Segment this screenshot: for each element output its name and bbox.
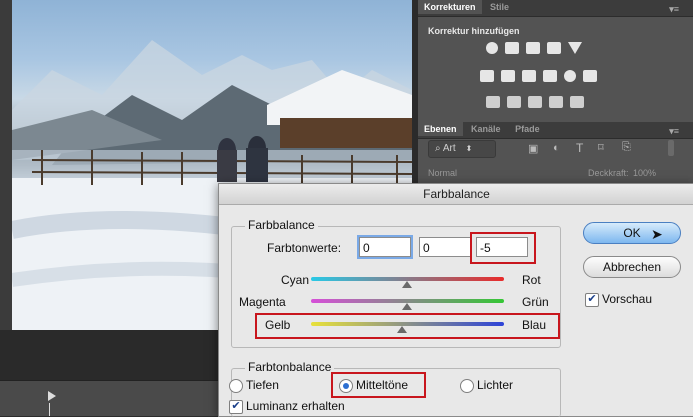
filter-toggle[interactable] [668,140,674,156]
preserve-luminosity-label: Luminanz erhalten [246,399,345,413]
slider-label-magenta: Magenta [239,295,286,309]
adjustment-icons-row-2 [480,70,597,82]
smart-object-filter-icon[interactable]: ⎘ [622,141,631,154]
hue-saturation-icon[interactable] [480,70,494,82]
slider-label-green: Grün [522,295,549,309]
shape-filter-icon[interactable]: ⌑ [598,141,604,154]
adjustment-icons-row-3 [486,96,584,108]
color-balance-icon[interactable] [501,70,515,82]
timeline-panel [0,380,222,416]
level-field-cyan-red[interactable]: 0 [357,235,413,259]
exposure-icon[interactable] [547,42,561,54]
blend-mode-select[interactable]: Normal [428,168,457,178]
tone-balance-legend: Farbtonbalance [245,360,335,374]
adjustment-icons-row-1 [486,42,582,54]
preview-label: Vorschau [602,292,653,306]
type-filter-icon[interactable]: T [576,141,583,155]
play-icon[interactable] [48,391,56,401]
color-lookup-icon[interactable] [583,70,597,82]
highlights-radio[interactable] [460,379,474,393]
brightness-icon[interactable] [486,42,498,54]
highlight-box-yellow-blue [255,313,560,339]
layer-filter-select[interactable]: ⌕ Art ⬍ [428,140,496,158]
color-balance-dialog: Farbbalance Farbbalance Farbtonwerte: 0 … [218,183,693,417]
filter-kind-value: Art [442,143,456,154]
photo-filter-icon[interactable] [543,70,557,82]
vibrance-icon[interactable] [568,42,582,54]
selective-color-icon[interactable] [570,96,584,108]
gradient-map-icon[interactable] [549,96,563,108]
dialog-title: Farbbalance [219,184,693,205]
invert-icon[interactable] [486,96,500,108]
shadows-radio[interactable] [229,379,243,393]
levels-icon[interactable] [505,42,519,54]
posterize-icon[interactable] [507,96,521,108]
cyan-red-slider-thumb[interactable] [402,281,412,288]
color-balance-legend: Farbbalance [245,218,318,232]
level-field-magenta-green[interactable]: 0 [419,237,471,257]
magenta-green-slider-thumb[interactable] [402,303,412,310]
tab-channels[interactable]: Kanäle [465,122,507,136]
opacity-label: Deckkraft: [588,168,629,178]
shadows-label: Tiefen [246,378,279,392]
cancel-button[interactable]: Abbrechen [583,256,681,278]
preserve-luminosity-checkbox[interactable]: ✔ [229,400,243,414]
highlight-box-midtones [331,372,426,398]
highlight-box-levels [470,232,536,264]
threshold-icon[interactable] [528,96,542,108]
layer-filter-row: ⌕ Art ⬍ ▣ ◐ T ⌑ ⎘ [428,140,683,158]
adjustment-filter-icon[interactable]: ◐ [553,142,560,154]
panel-menu-icon[interactable]: ▾≡ [663,2,685,17]
highlights-label: Lichter [477,378,514,392]
stepper-icon: ⬍ [465,144,473,153]
tab-paths[interactable]: Pfade [509,122,546,136]
tab-adjustments[interactable]: Korrekturen [418,0,482,14]
slider-label-red: Rot [522,273,541,287]
curves-icon[interactable] [526,42,540,54]
adjustments-layers-panels: Korrekturen Stile ▾≡ Korrektur hinzufüge… [418,0,693,185]
preview-checkbox[interactable]: ✔ [585,293,599,307]
mouse-cursor-icon: ➤ [651,226,663,242]
add-adjustment-label: Korrektur hinzufügen [428,26,520,36]
ok-button[interactable]: OK [583,222,681,244]
blend-opacity-row: Normal Deckkraft: 100% [428,168,683,184]
panel-menu-icon[interactable]: ▾≡ [663,124,685,139]
black-white-icon[interactable] [522,70,536,82]
color-levels-label: Farbtonwerte: [267,241,342,255]
slider-label-cyan: Cyan [281,273,310,287]
tab-styles[interactable]: Stile [484,0,515,14]
pixel-filter-icon[interactable]: ▣ [528,142,538,155]
adjustments-tabbar: Korrekturen Stile ▾≡ [418,0,693,17]
search-icon: ⌕ [435,143,443,154]
opacity-value[interactable]: 100% [633,168,656,178]
playhead-line [49,403,50,416]
tab-layers[interactable]: Ebenen [418,122,463,136]
channel-mixer-icon[interactable] [564,70,576,82]
layers-tabbar: Ebenen Kanäle Pfade ▾≡ [418,122,693,139]
